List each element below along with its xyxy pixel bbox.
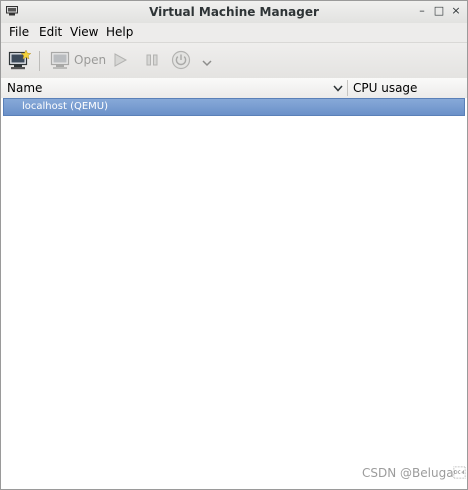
open-button-label: Open [74, 53, 107, 67]
close-button[interactable]: × [449, 4, 463, 18]
pause-button[interactable] [144, 52, 160, 68]
run-button[interactable] [112, 52, 128, 68]
column-header-cpu-usage[interactable]: CPU usage [353, 81, 417, 95]
column-divider[interactable] [347, 80, 348, 96]
toolbar-separator [39, 51, 40, 71]
chevron-down-icon [202, 60, 212, 67]
menu-edit[interactable]: Edit [39, 25, 62, 39]
menu-bar: File Edit View Help [1, 23, 467, 42]
maximize-button[interactable]: □ [432, 4, 446, 18]
monitor-icon [50, 51, 70, 69]
vm-list: localhost (QEMU) CSDN @Beluga [1, 98, 467, 489]
menu-view[interactable]: View [70, 25, 98, 39]
connection-label: localhost (QEMU) [22, 101, 109, 112]
virt-manager-window: Virtual Machine Manager – □ × File Edit … [0, 0, 468, 490]
shutdown-button[interactable] [171, 50, 191, 70]
watermark: CSDN @Beluga [362, 466, 466, 480]
menu-file[interactable]: File [9, 25, 29, 39]
pause-icon [146, 54, 158, 66]
power-icon [171, 50, 191, 70]
toolbar: Open [1, 42, 467, 79]
title-bar[interactable]: Virtual Machine Manager – □ × [1, 1, 467, 23]
play-icon [114, 53, 128, 67]
list-item[interactable]: localhost (QEMU) [3, 98, 465, 116]
window-title: Virtual Machine Manager [149, 5, 319, 19]
minimize-button[interactable]: – [415, 4, 429, 18]
chevron-down-icon[interactable] [332, 82, 344, 94]
column-header-name[interactable]: Name [7, 81, 42, 95]
new-vm-button[interactable] [8, 49, 32, 71]
menu-help[interactable]: Help [106, 25, 133, 39]
new-vm-icon [8, 49, 32, 70]
list-column-header: Name CPU usage [1, 78, 467, 99]
shutdown-menu-button[interactable] [201, 54, 213, 67]
